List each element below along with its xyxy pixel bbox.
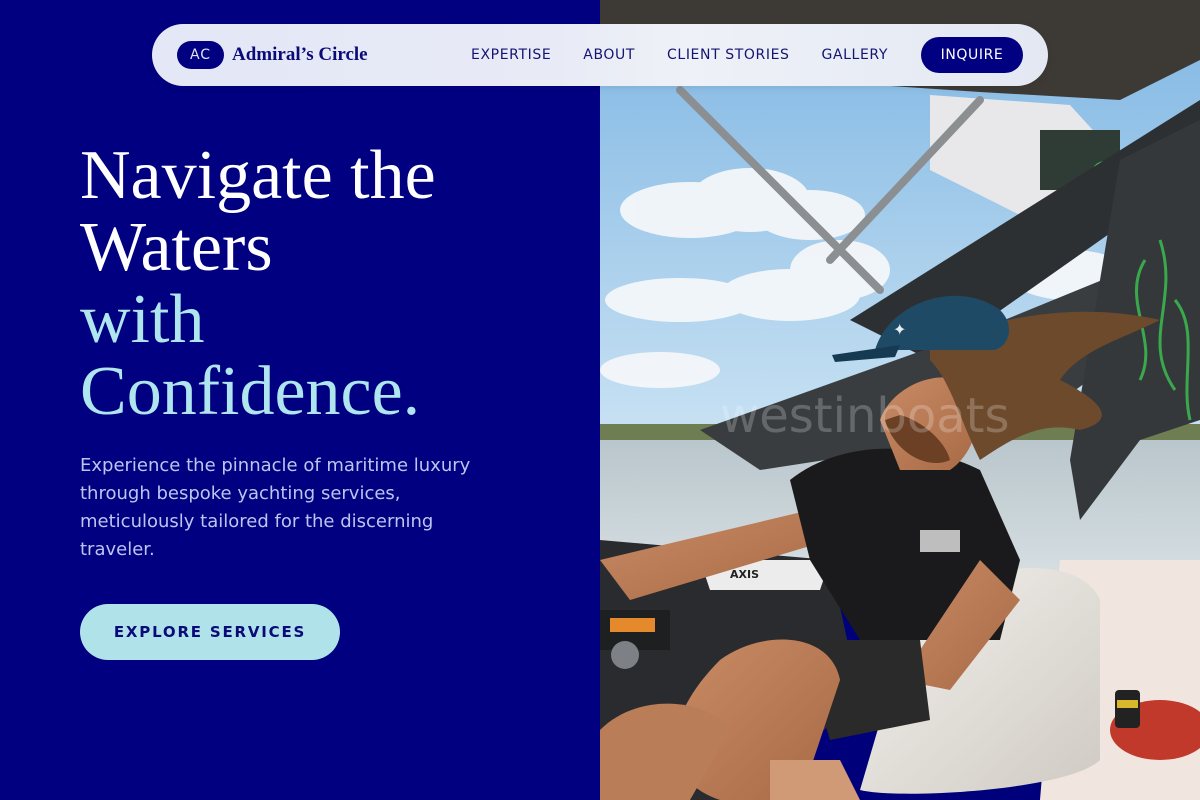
nav-links: EXPERTISE ABOUT CLIENT STORIES GALLERY [471, 47, 888, 63]
nav-link-expertise[interactable]: EXPERTISE [471, 47, 551, 63]
brand-initials-badge: AC [177, 41, 224, 69]
hero-photo: AXIS ✦ westinboats [600, 0, 1200, 800]
inquire-button[interactable]: INQUIRE [921, 37, 1023, 73]
headline-line-1: Navigate the [80, 137, 436, 214]
nav-link-client-stories[interactable]: CLIENT STORIES [667, 47, 789, 63]
page: AXIS ✦ westinboats AC Admiral’s Circle E… [0, 0, 1200, 800]
headline-line-3: with [80, 281, 205, 358]
brand-name: Admiral’s Circle [232, 44, 368, 65]
explore-services-button[interactable]: EXPLORE SERVICES [80, 604, 340, 660]
nav-link-about[interactable]: ABOUT [583, 47, 635, 63]
hero-subcopy: Experience the pinnacle of maritime luxu… [80, 455, 471, 560]
svg-text:✦: ✦ [893, 320, 906, 339]
hero-headline: Navigate the Waters with Confidence. [80, 140, 580, 428]
boat-logo-text: AXIS [730, 568, 759, 581]
top-navbar: AC Admiral’s Circle EXPERTISE ABOUT CLIE… [152, 24, 1048, 86]
photo-watermark: westinboats [720, 388, 1009, 444]
nav-link-gallery[interactable]: GALLERY [822, 47, 888, 63]
headline-line-2: Waters [80, 209, 273, 286]
headline-line-4: Confidence. [80, 353, 421, 430]
brand-logo-link[interactable]: AC Admiral’s Circle [177, 41, 368, 69]
